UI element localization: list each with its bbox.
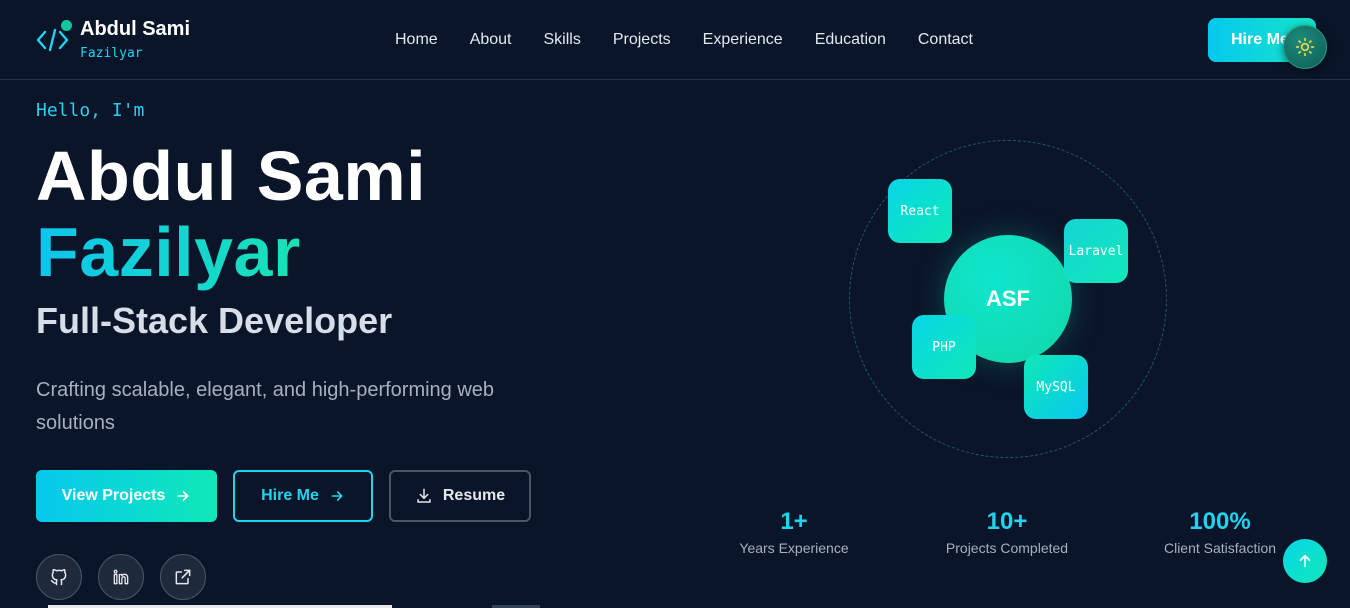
stat-label: Years Experience xyxy=(739,540,849,556)
view-projects-button[interactable]: View Projects xyxy=(36,470,217,522)
nav-contact[interactable]: Contact xyxy=(918,31,973,49)
stat-satisfaction: 100% Client Satisfaction xyxy=(1150,508,1290,556)
scroll-to-top-button[interactable] xyxy=(1283,539,1327,583)
nav-projects[interactable]: Projects xyxy=(613,31,671,49)
nav-experience[interactable]: Experience xyxy=(703,31,783,49)
tech-badge-react: React xyxy=(888,179,952,243)
stat-value: 100% xyxy=(1189,508,1251,535)
brand-name[interactable]: Abdul Sami xyxy=(80,18,190,41)
resume-download-button[interactable]: Resume xyxy=(389,470,531,522)
view-projects-label: View Projects xyxy=(61,487,166,504)
hero-name-first: Abdul Sami xyxy=(36,137,427,215)
resume-label: Resume xyxy=(442,487,506,504)
arrow-up-icon xyxy=(1299,554,1311,568)
nav-home[interactable]: Home xyxy=(395,31,438,49)
stat-value: 10+ xyxy=(986,508,1028,535)
download-icon xyxy=(417,488,431,503)
github-link[interactable] xyxy=(36,554,82,600)
hire-me-label: Hire Me xyxy=(261,487,319,504)
hero-tagline: Crafting scalable, elegant, and high-per… xyxy=(36,379,495,434)
tech-badge-mysql: MySQL xyxy=(1024,355,1088,419)
arrow-right-icon xyxy=(331,491,343,501)
brand-subtitle: Fazilyar xyxy=(80,46,143,61)
hero-hire-button[interactable]: Hire Me xyxy=(233,470,373,522)
hero-name-last: Fazilyar xyxy=(36,213,301,291)
hero-role: Full-Stack Developer xyxy=(36,300,393,341)
nav-skills[interactable]: Skills xyxy=(544,31,581,49)
nav-about[interactable]: About xyxy=(470,31,512,49)
hero-greeting: Hello, I'm xyxy=(36,100,145,121)
github-icon xyxy=(50,568,67,586)
portfolio-link[interactable] xyxy=(160,554,206,600)
tech-badge-laravel: Laravel xyxy=(1064,219,1128,283)
sun-icon xyxy=(1295,37,1315,57)
stat-projects: 10+ Projects Completed xyxy=(932,508,1082,556)
theme-toggle-button[interactable] xyxy=(1283,25,1327,69)
external-link-icon xyxy=(175,569,191,585)
tech-badge-php: PHP xyxy=(912,315,976,379)
main-nav: Home About Skills Projects Experience Ed… xyxy=(395,31,1005,49)
stat-label: Client Satisfaction xyxy=(1163,540,1277,556)
arrow-right-icon xyxy=(177,491,189,501)
stat-label: Projects Completed xyxy=(945,540,1069,556)
linkedin-link[interactable] xyxy=(98,554,144,600)
status-dot xyxy=(61,20,72,31)
site-header: Abdul Sami Fazilyar Home About Skills Pr… xyxy=(0,0,1350,80)
stat-experience: 1+ Years Experience xyxy=(724,508,864,556)
linkedin-icon xyxy=(113,569,129,585)
nav-education[interactable]: Education xyxy=(815,31,886,49)
stat-value: 1+ xyxy=(780,508,808,535)
